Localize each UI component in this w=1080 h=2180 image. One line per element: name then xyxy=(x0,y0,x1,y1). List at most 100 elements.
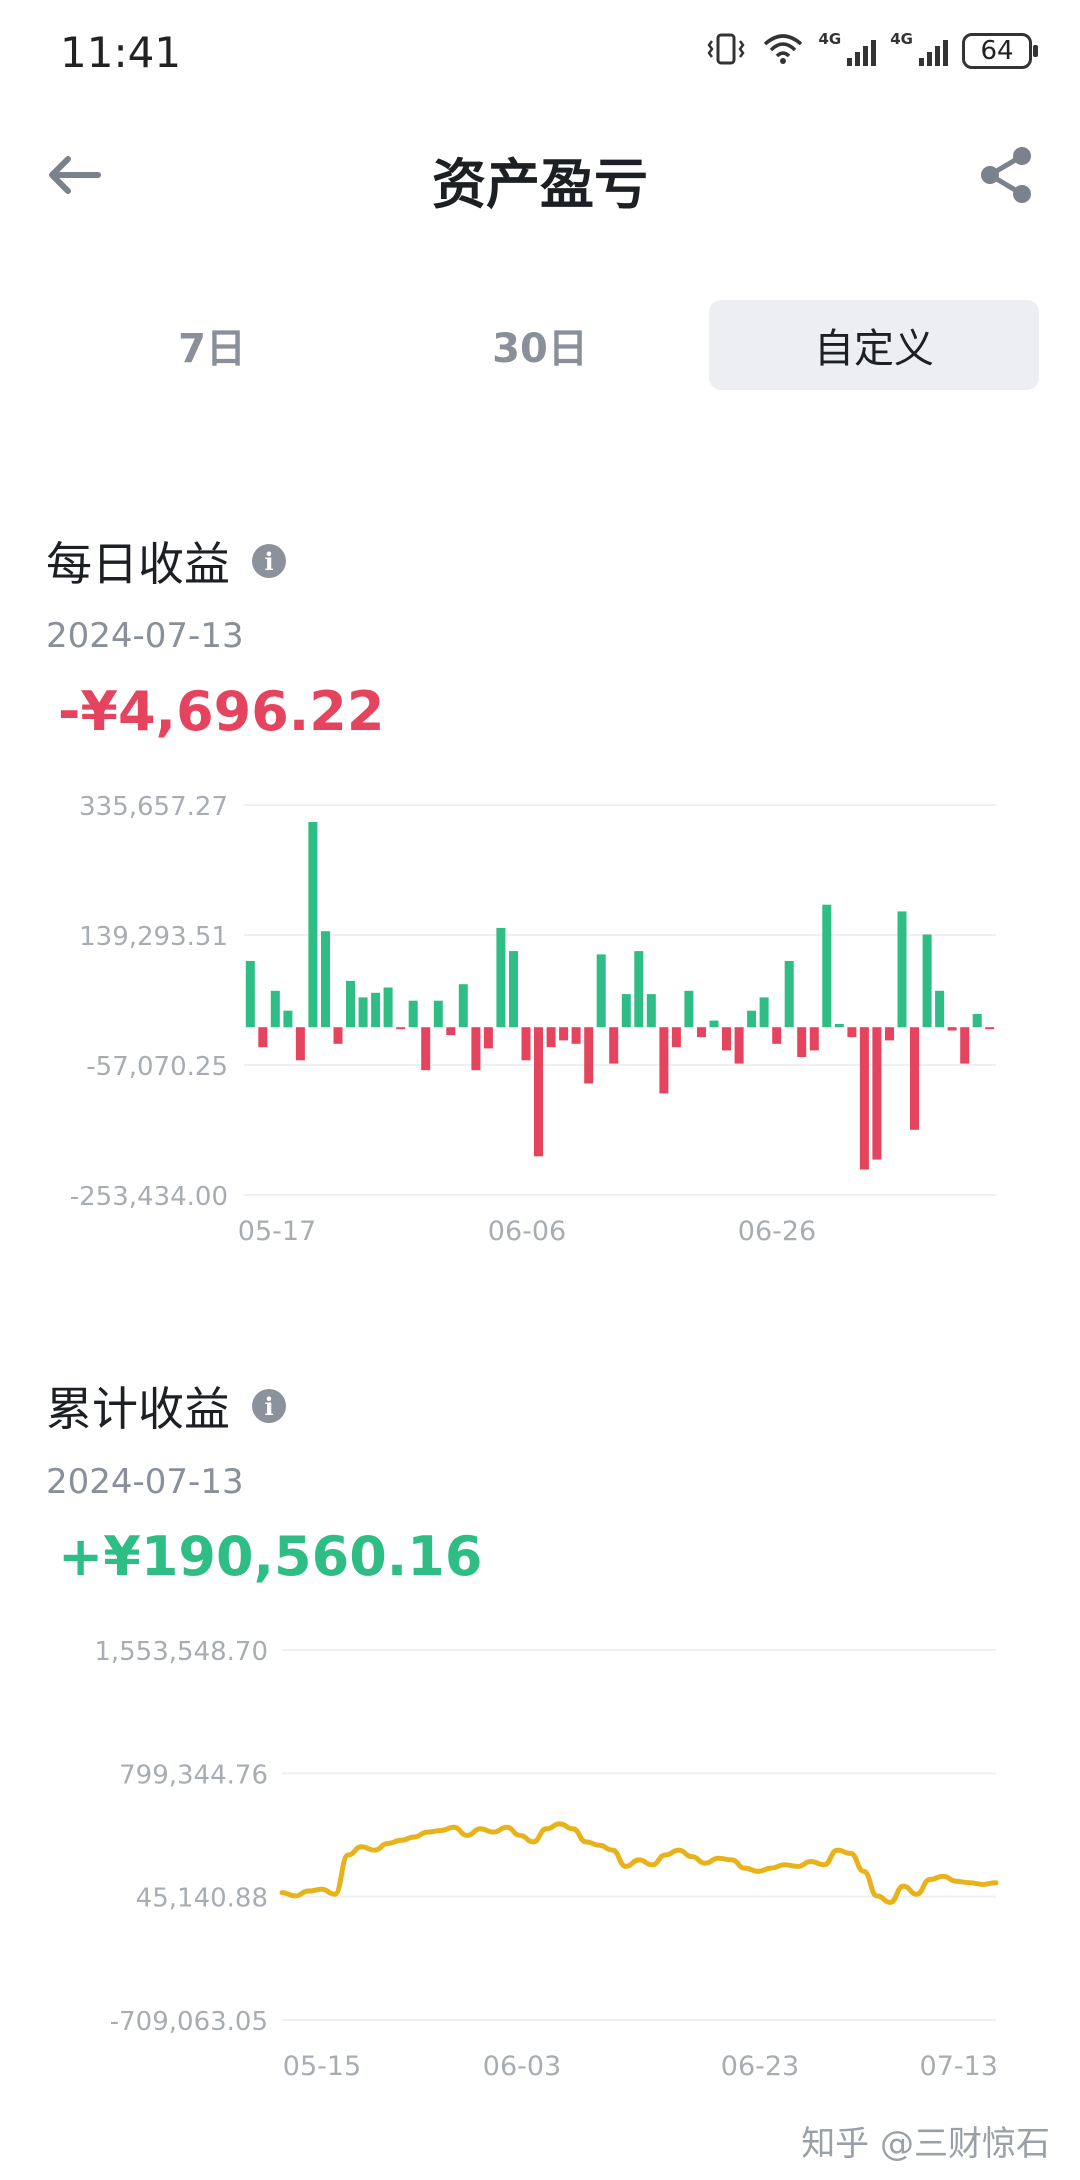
bar[interactable] xyxy=(270,990,280,1028)
bar[interactable] xyxy=(985,1027,995,1030)
bar[interactable] xyxy=(634,951,644,1028)
battery-icon: 64 xyxy=(962,33,1038,69)
bar[interactable] xyxy=(483,1027,493,1049)
info-icon[interactable]: i xyxy=(252,1389,286,1423)
bar[interactable] xyxy=(308,822,318,1028)
y-tick-label: -57,070.25 xyxy=(86,1052,228,1082)
y-tick-label: -253,434.00 xyxy=(70,1182,228,1212)
bar[interactable] xyxy=(784,961,794,1028)
bar[interactable] xyxy=(383,987,393,1028)
tab-custom[interactable]: 自定义 xyxy=(709,300,1039,390)
bar[interactable] xyxy=(245,961,255,1028)
bar[interactable] xyxy=(872,1027,882,1160)
bar[interactable] xyxy=(747,1010,757,1028)
bar[interactable] xyxy=(546,1027,556,1048)
bar[interactable] xyxy=(722,1027,731,1051)
status-time: 11:41 xyxy=(60,28,182,77)
y-tick-label: 799,344.76 xyxy=(119,1760,268,1790)
bar[interactable] xyxy=(859,1027,869,1170)
x-tick-label: 06-03 xyxy=(483,2051,561,2082)
bar[interactable] xyxy=(571,1027,581,1044)
bar[interactable] xyxy=(358,997,368,1028)
y-tick-label: 1,553,548.70 xyxy=(94,1637,268,1667)
bar[interactable] xyxy=(433,1000,443,1028)
bar[interactable] xyxy=(659,1027,669,1094)
bar[interactable] xyxy=(421,1027,431,1071)
x-tick-label: 06-23 xyxy=(721,2051,799,2082)
daily-title: 每日收益 xyxy=(46,537,230,591)
bar[interactable] xyxy=(697,1027,706,1038)
bar[interactable] xyxy=(621,994,631,1028)
page-title: 资产盈亏 xyxy=(432,153,648,216)
status-icons: 4G 4G 64 xyxy=(705,30,1038,72)
bar[interactable] xyxy=(509,951,518,1028)
x-tick-label: 05-15 xyxy=(283,2051,361,2082)
bar[interactable] xyxy=(559,1027,569,1041)
network-type-1: 4G xyxy=(818,30,842,48)
bar[interactable] xyxy=(346,980,355,1028)
bar[interactable] xyxy=(684,990,694,1028)
bar[interactable] xyxy=(295,1027,305,1061)
bar[interactable] xyxy=(947,1027,957,1031)
bar[interactable] xyxy=(822,904,832,1028)
y-tick-label: 45,140.88 xyxy=(136,1884,268,1914)
bar[interactable] xyxy=(458,984,468,1028)
cumulative-section-title: 累计收益 i xyxy=(46,1373,286,1439)
watermark: 知乎 @三财惊石 xyxy=(801,2124,1050,2164)
bar[interactable] xyxy=(396,1027,406,1030)
tab-30d[interactable]: 30日 xyxy=(375,300,705,390)
bar[interactable] xyxy=(897,911,907,1028)
bar[interactable] xyxy=(333,1027,343,1044)
bar[interactable] xyxy=(446,1027,456,1036)
bar[interactable] xyxy=(283,1010,293,1028)
daily-bar-chart: 335,657.27 139,293.51 -57,070.25 -253,434.0… xyxy=(70,792,996,1247)
daily-date: 2024-07-13 xyxy=(46,616,244,656)
bar[interactable] xyxy=(646,994,656,1028)
bar[interactable] xyxy=(709,1020,719,1028)
cumulative-title: 累计收益 xyxy=(46,1382,230,1436)
share-icon xyxy=(981,147,1031,203)
cumulative-date: 2024-07-13 xyxy=(46,1462,244,1502)
bar[interactable] xyxy=(885,1027,894,1041)
share-button[interactable] xyxy=(974,142,1040,208)
bar[interactable] xyxy=(471,1027,481,1071)
tab-7d[interactable]: 7日 xyxy=(47,300,377,390)
bar[interactable] xyxy=(371,992,381,1028)
bar[interactable] xyxy=(321,931,330,1028)
bar[interactable] xyxy=(584,1027,594,1084)
bar[interactable] xyxy=(910,1027,919,1130)
y-tick-label: -709,063.05 xyxy=(110,2007,268,2037)
bar[interactable] xyxy=(759,997,769,1028)
bar[interactable] xyxy=(496,927,506,1028)
bar[interactable] xyxy=(922,934,932,1028)
bar[interactable] xyxy=(734,1027,744,1064)
bar[interactable] xyxy=(834,1023,844,1028)
bar[interactable] xyxy=(847,1027,857,1038)
cumulative-line-chart: 1,553,548.70 799,344.76 45,140.88 -709,063.… xyxy=(94,1637,999,2082)
bar[interactable] xyxy=(671,1027,681,1048)
bar[interactable] xyxy=(521,1027,531,1061)
wifi-icon xyxy=(761,32,805,70)
bar[interactable] xyxy=(596,954,606,1028)
bar[interactable] xyxy=(797,1027,807,1057)
bar[interactable] xyxy=(534,1027,543,1157)
bar[interactable] xyxy=(935,990,945,1028)
bar[interactable] xyxy=(972,1014,982,1028)
bar[interactable] xyxy=(960,1027,970,1064)
bar[interactable] xyxy=(258,1027,268,1048)
bar[interactable] xyxy=(408,1000,418,1028)
daily-section-title: 每日收益 i xyxy=(46,528,286,594)
signal-icon-2 xyxy=(919,36,948,66)
network-type-2: 4G xyxy=(890,30,913,48)
y-tick-label: 139,293.51 xyxy=(79,922,228,952)
cumulative-series-line xyxy=(279,1821,999,1905)
bar[interactable] xyxy=(809,1027,819,1051)
vibrate-icon xyxy=(705,31,747,71)
bar[interactable] xyxy=(772,1027,782,1044)
signal-icon xyxy=(847,36,877,66)
info-icon[interactable]: i xyxy=(252,544,286,578)
x-tick-label: 06-06 xyxy=(488,1216,566,1247)
x-tick-label: 05-17 xyxy=(238,1216,316,1247)
bar[interactable] xyxy=(609,1027,619,1064)
cumulative-amount: +¥190,560.16 xyxy=(58,1525,483,1588)
